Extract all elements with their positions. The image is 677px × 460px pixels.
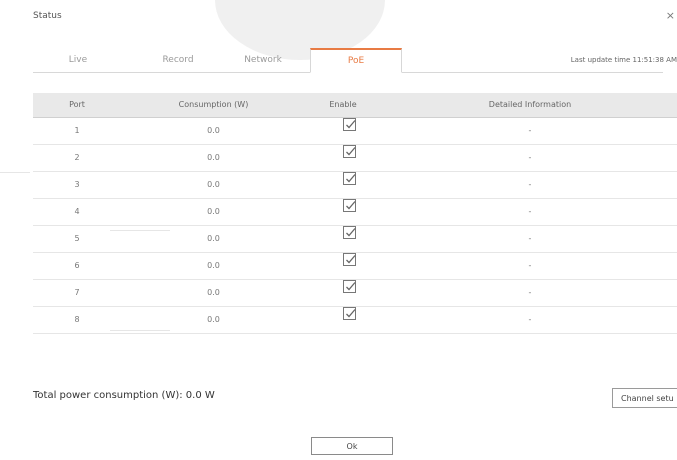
detailed-info: - xyxy=(528,153,532,162)
table-row: 1 0.0 - xyxy=(33,118,677,145)
checkmark-icon xyxy=(346,147,356,156)
table-row: 4 0.0 - xyxy=(33,199,677,226)
tab-record[interactable]: Record xyxy=(133,48,223,72)
port-number: 3 xyxy=(74,180,80,189)
consumption-value: 0.0 xyxy=(207,234,220,243)
checkmark-icon xyxy=(346,282,356,291)
enable-checkbox[interactable] xyxy=(343,118,356,131)
table-row: 6 0.0 - xyxy=(33,253,677,280)
table-row: 2 0.0 - xyxy=(33,145,677,172)
watermark-line xyxy=(0,172,30,173)
consumption-value: 0.0 xyxy=(207,180,220,189)
checkmark-icon xyxy=(346,120,356,129)
consumption-value: 0.0 xyxy=(207,207,220,216)
detailed-info: - xyxy=(528,207,532,216)
consumption-value: 0.0 xyxy=(207,126,220,135)
detailed-info: - xyxy=(528,180,532,189)
last-update-time: Last update time 11:51:38 AM xyxy=(570,56,677,64)
consumption-value: 0.0 xyxy=(207,261,220,270)
col-consumption: Consumption (W) xyxy=(178,100,249,109)
channel-setup-button[interactable]: Channel setu xyxy=(612,388,677,408)
enable-checkbox[interactable] xyxy=(343,307,356,320)
enable-checkbox[interactable] xyxy=(343,199,356,212)
total-power-consumption: Total power consumption (W): 0.0 W xyxy=(33,390,215,401)
port-number: 5 xyxy=(74,234,80,243)
table-row: 7 0.0 - xyxy=(33,280,677,307)
table-row: 5 0.0 - xyxy=(33,226,677,253)
col-detailed-info: Detailed Information xyxy=(488,100,572,109)
checkmark-icon xyxy=(346,255,356,264)
consumption-value: 0.0 xyxy=(207,153,220,162)
consumption-value: 0.0 xyxy=(207,315,220,324)
tab-bar: Live Record Network PoE xyxy=(33,48,663,73)
window-title: Status xyxy=(33,11,62,21)
detailed-info: - xyxy=(528,126,532,135)
ok-button[interactable]: Ok xyxy=(311,437,393,455)
detailed-info: - xyxy=(528,288,532,297)
port-number: 2 xyxy=(74,153,80,162)
poe-table: Port Consumption (W) Enable Detailed Inf… xyxy=(33,93,677,334)
checkmark-icon xyxy=(346,228,356,237)
table-row: 3 0.0 - xyxy=(33,172,677,199)
tab-live[interactable]: Live xyxy=(33,48,123,72)
close-icon[interactable]: × xyxy=(666,9,675,22)
enable-checkbox[interactable] xyxy=(343,226,356,239)
port-number: 8 xyxy=(74,315,80,324)
table-header: Port Consumption (W) Enable Detailed Inf… xyxy=(33,93,677,118)
table-row: 8 0.0 - xyxy=(33,307,677,334)
enable-checkbox[interactable] xyxy=(343,145,356,158)
port-number: 1 xyxy=(74,126,80,135)
detailed-info: - xyxy=(528,234,532,243)
checkmark-icon xyxy=(346,201,356,210)
port-number: 6 xyxy=(74,261,80,270)
enable-checkbox[interactable] xyxy=(343,172,356,185)
tab-poe[interactable]: PoE xyxy=(310,48,402,73)
checkmark-icon xyxy=(346,309,356,318)
col-enable: Enable xyxy=(329,100,357,109)
checkmark-icon xyxy=(346,174,356,183)
enable-checkbox[interactable] xyxy=(343,253,356,266)
port-number: 7 xyxy=(74,288,80,297)
detailed-info: - xyxy=(528,261,532,270)
enable-checkbox[interactable] xyxy=(343,280,356,293)
tab-network[interactable]: Network xyxy=(213,48,313,72)
detailed-info: - xyxy=(528,315,532,324)
port-number: 4 xyxy=(74,207,80,216)
col-port: Port xyxy=(69,100,85,109)
consumption-value: 0.0 xyxy=(207,288,220,297)
